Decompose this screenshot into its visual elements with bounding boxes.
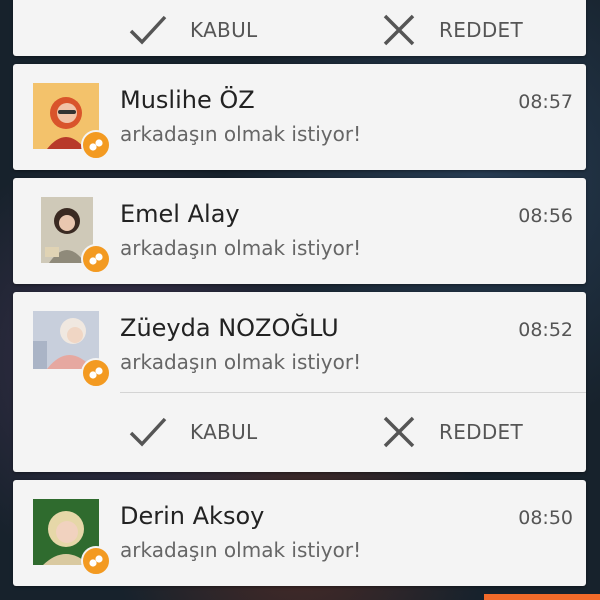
notification-time: 08:52 <box>518 319 573 341</box>
accept-label: KABUL <box>190 420 258 444</box>
notification-card[interactable]: Muslihe ÖZ 08:57 arkadaşın olmak istiyor… <box>13 64 586 170</box>
check-icon <box>129 15 167 45</box>
notification-time: 08:50 <box>518 507 573 529</box>
app-badge-icon <box>81 546 111 576</box>
notification-time: 08:57 <box>518 91 573 113</box>
notification-card-previous: KABUL REDDET <box>13 0 586 56</box>
accept-label: KABUL <box>190 18 258 42</box>
notification-card-expanded[interactable]: Züeyda NOZOĞLU 08:52 arkadaşın olmak ist… <box>13 292 586 472</box>
accept-button[interactable]: KABUL <box>128 392 257 472</box>
close-icon <box>383 14 415 46</box>
close-icon <box>383 416 415 448</box>
notification-message: arkadaşın olmak istiyor! <box>120 538 362 562</box>
reject-button[interactable]: REDDET <box>381 0 523 56</box>
notification-row: Emel Alay 08:56 arkadaşın olmak istiyor! <box>13 178 586 284</box>
previous-actions-row: KABUL REDDET <box>13 0 586 56</box>
accept-button[interactable]: KABUL <box>128 0 257 56</box>
check-icon <box>129 417 167 447</box>
reject-button[interactable]: REDDET <box>381 392 523 472</box>
sender-name: Züeyda NOZOĞLU <box>120 314 339 342</box>
notification-card[interactable]: Emel Alay 08:56 arkadaşın olmak istiyor! <box>13 178 586 284</box>
notification-time: 08:56 <box>518 205 573 227</box>
sender-name: Emel Alay <box>120 200 240 228</box>
notification-row: Züeyda NOZOĞLU 08:52 arkadaşın olmak ist… <box>13 292 586 392</box>
sender-name: Derin Aksoy <box>120 502 265 530</box>
notification-message: arkadaşın olmak istiyor! <box>120 350 362 374</box>
reject-label: REDDET <box>439 420 523 444</box>
notification-actions-row: KABUL REDDET <box>13 392 586 472</box>
sender-name: Muslihe ÖZ <box>120 86 255 114</box>
notification-message: arkadaşın olmak istiyor! <box>120 122 362 146</box>
app-badge-icon <box>81 358 111 388</box>
accent-strip <box>484 594 600 600</box>
app-badge-icon <box>81 244 111 274</box>
notification-row: Derin Aksoy 08:50 arkadaşın olmak istiyo… <box>13 480 586 586</box>
notification-card[interactable]: Derin Aksoy 08:50 arkadaşın olmak istiyo… <box>13 480 586 586</box>
notification-row: Muslihe ÖZ 08:57 arkadaşın olmak istiyor… <box>13 64 586 170</box>
reject-label: REDDET <box>439 18 523 42</box>
app-badge-icon <box>81 130 111 160</box>
notification-message: arkadaşın olmak istiyor! <box>120 236 362 260</box>
